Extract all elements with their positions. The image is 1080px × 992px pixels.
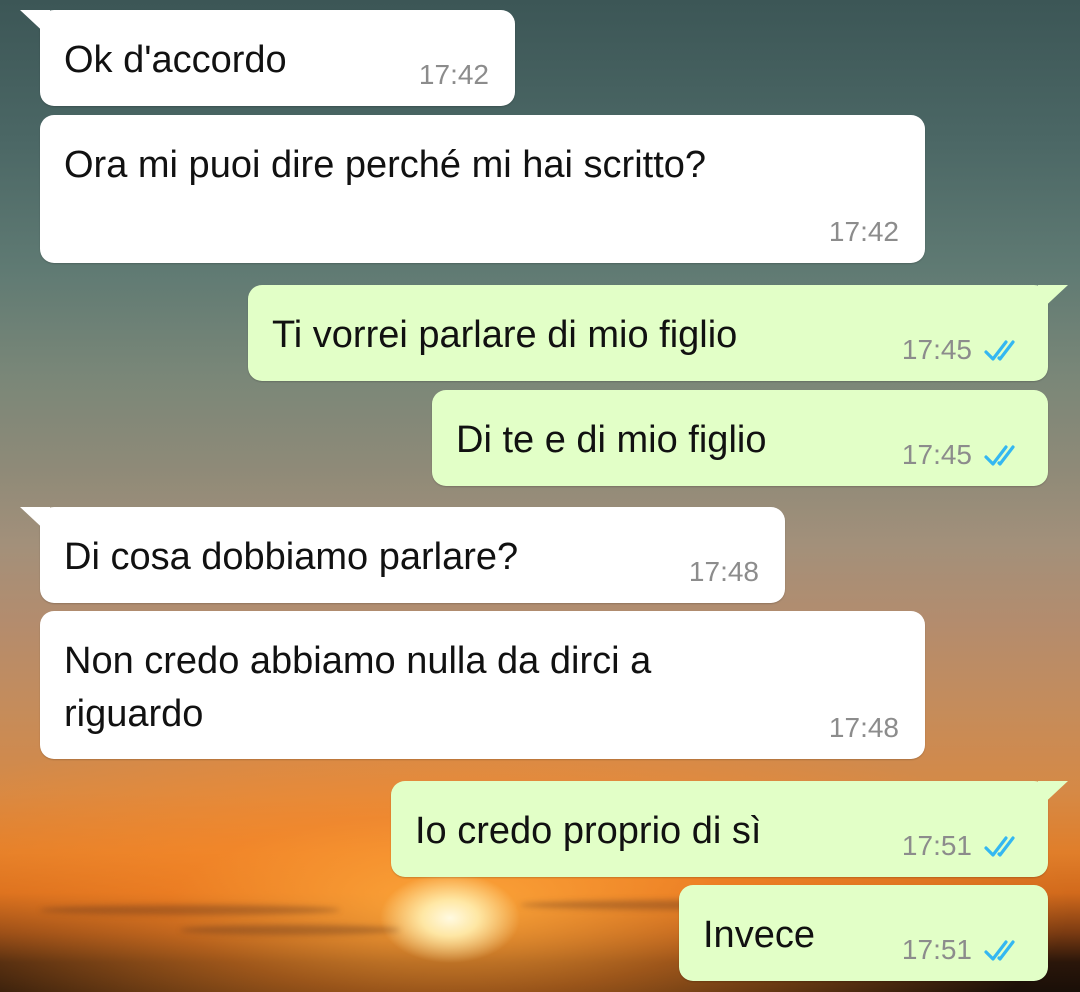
- wallpaper-cloud: [40, 905, 340, 915]
- outgoing-message[interactable]: Io credo proprio di sì 17:51: [391, 781, 1068, 877]
- incoming-message[interactable]: Di cosa dobbiamo parlare? 17:48: [20, 507, 785, 603]
- message-time: 17:48: [828, 712, 899, 743]
- bubble-tail: [1038, 285, 1068, 313]
- double-check-icon: [984, 445, 1015, 466]
- message-text: Io credo proprio di sì: [415, 810, 762, 852]
- message-time: 17:45: [901, 439, 972, 470]
- message-text: Ora mi puoi dire perché mi hai scritto?: [64, 144, 707, 186]
- message-time: 17:42: [418, 59, 489, 90]
- outgoing-message[interactable]: Ti vorrei parlare di mio figlio 17:45: [248, 285, 1068, 381]
- message-time: 17:51: [901, 830, 972, 861]
- double-check-icon: [984, 940, 1015, 961]
- message-time: 17:45: [901, 334, 972, 365]
- bubble-tail: [20, 507, 50, 535]
- double-check-icon: [984, 836, 1015, 857]
- chat-background: Ok d'accordo 17:42 Ora mi puoi dire perc…: [0, 0, 1080, 992]
- outgoing-message[interactable]: Invece 17:51: [679, 885, 1048, 981]
- incoming-message[interactable]: Non credo abbiamo nulla da dirci a rigua…: [40, 611, 925, 759]
- incoming-message[interactable]: Ora mi puoi dire perché mi hai scritto? …: [40, 115, 925, 263]
- message-text: Di te e di mio figlio: [456, 419, 767, 461]
- message-text: Non credo abbiamo nulla da dirci a rigua…: [64, 640, 652, 735]
- bubble-tail: [1038, 781, 1068, 809]
- message-time: 17:51: [901, 934, 972, 965]
- wallpaper-cloud: [180, 925, 400, 935]
- message-text: Invece: [703, 914, 815, 956]
- message-time: 17:48: [688, 556, 759, 587]
- message-time: 17:42: [828, 216, 899, 247]
- message-text: Ti vorrei parlare di mio figlio: [272, 314, 738, 356]
- outgoing-message[interactable]: Di te e di mio figlio 17:45: [432, 390, 1048, 486]
- message-text: Di cosa dobbiamo parlare?: [64, 536, 519, 578]
- incoming-message[interactable]: Ok d'accordo 17:42: [20, 10, 515, 106]
- double-check-icon: [984, 340, 1015, 361]
- bubble-tail: [20, 10, 50, 38]
- message-text: Ok d'accordo: [64, 39, 287, 81]
